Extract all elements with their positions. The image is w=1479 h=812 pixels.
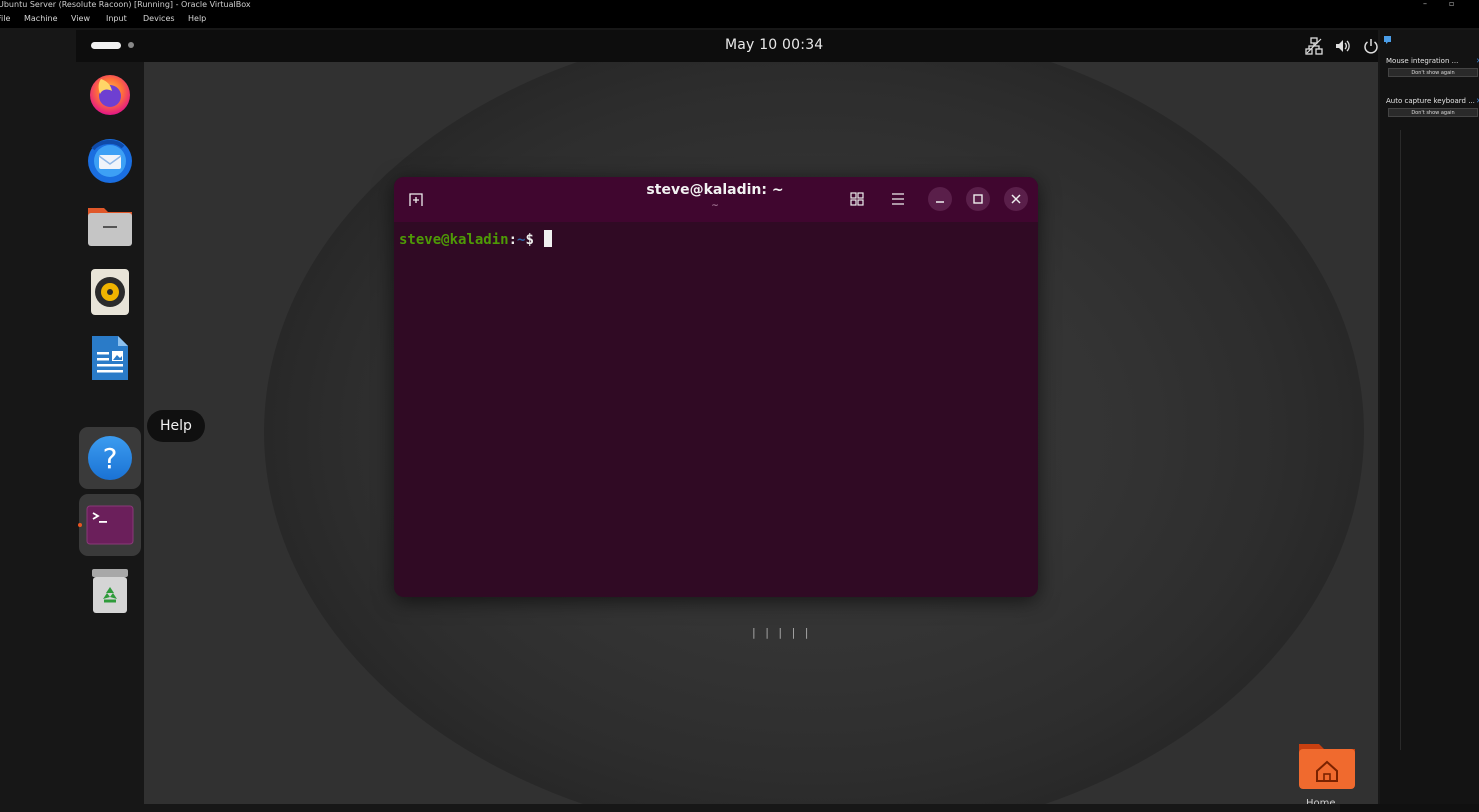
dock-trash[interactable] <box>79 560 141 622</box>
menu-help[interactable]: Help <box>188 14 206 23</box>
prompt-separator: : <box>508 232 518 248</box>
dock-rhythmbox[interactable] <box>79 261 141 323</box>
dock-writer[interactable] <box>79 327 141 389</box>
terminal-headerbar[interactable]: steve@kaladin: ~ ~ <box>394 177 1038 222</box>
power-icon[interactable] <box>1362 37 1378 55</box>
minimize-icon <box>936 201 944 203</box>
dock: ? <box>76 62 144 804</box>
svg-text:?: ? <box>103 442 118 475</box>
help-tooltip: Help <box>147 410 205 442</box>
dock-files[interactable] <box>79 195 141 257</box>
hamburger-icon <box>892 193 904 205</box>
prompt-sign: $ <box>525 232 543 248</box>
writer-icon <box>92 336 128 380</box>
dont-show-again-button[interactable]: Don't show again <box>1388 108 1478 117</box>
text-cursor <box>544 230 553 247</box>
home-folder-label: Home <box>1306 798 1336 804</box>
trash-icon <box>92 569 128 613</box>
running-indicator <box>78 523 82 527</box>
prompt-user: steve@kaladin <box>399 232 509 248</box>
desktop-home-folder[interactable] <box>1298 740 1356 794</box>
menu-button[interactable] <box>886 187 910 211</box>
menu-view[interactable]: View <box>71 14 90 23</box>
network-icon[interactable] <box>1305 37 1323 55</box>
dock-help[interactable]: ? <box>79 427 141 489</box>
menu-file[interactable]: File <box>0 14 10 23</box>
window-title: Ubuntu Server (Resolute Racoon) [Running… <box>0 0 251 9</box>
thunderbird-icon <box>88 139 132 183</box>
terminal-window[interactable]: steve@kaladin: ~ ~ steve@kaladin:~$ <box>394 177 1038 597</box>
dont-show-again-button[interactable]: Don't show again <box>1388 68 1478 77</box>
files-icon <box>88 208 132 246</box>
grid-icon <box>850 192 864 206</box>
maximize-icon <box>973 194 983 204</box>
dock-terminal[interactable] <box>78 494 141 556</box>
dock-thunderbird[interactable] <box>79 129 141 191</box>
tab-overview-button[interactable] <box>845 187 869 211</box>
top-bar: May 10 00:34 <box>76 30 1378 62</box>
close-icon <box>1011 194 1021 204</box>
vbox-status-bar <box>1340 804 1479 812</box>
rhythmbox-icon <box>91 269 129 315</box>
notification-message: Mouse integration ... <box>1386 57 1459 65</box>
terminal-prompt[interactable]: steve@kaladin:~$ <box>399 230 553 248</box>
clock[interactable]: May 10 00:34 <box>725 37 823 53</box>
menu-machine[interactable]: Machine <box>24 14 58 23</box>
workspace-indicator[interactable] <box>128 42 134 48</box>
minimize-button[interactable] <box>928 187 952 211</box>
help-icon: ? <box>88 436 132 480</box>
volume-icon[interactable] <box>1334 37 1352 55</box>
terminal-icon <box>86 505 134 545</box>
wallpaper-detail: | | | | | <box>752 626 812 639</box>
notification-message: Auto capture keyboard ... <box>1386 97 1475 105</box>
home-folder-icon <box>1299 744 1355 789</box>
firefox-icon <box>90 75 130 115</box>
dock-firefox[interactable] <box>79 63 141 125</box>
vbox-menubar: File Machine View Input Devices Help <box>0 9 1479 28</box>
activities-button[interactable] <box>91 42 121 49</box>
restore-window-icon[interactable]: ▫ <box>1449 0 1454 8</box>
minimize-window-icon[interactable]: – <box>1423 0 1427 8</box>
notification-divider <box>1400 130 1401 750</box>
menu-devices[interactable]: Devices <box>143 14 175 23</box>
notification-icon[interactable] <box>1384 36 1392 44</box>
close-button[interactable] <box>1004 187 1028 211</box>
menu-input[interactable]: Input <box>106 14 127 23</box>
vbox-titlebar: Ubuntu Server (Resolute Racoon) [Running… <box>0 0 1479 9</box>
maximize-button[interactable] <box>966 187 990 211</box>
notification-pane <box>1380 30 1479 804</box>
